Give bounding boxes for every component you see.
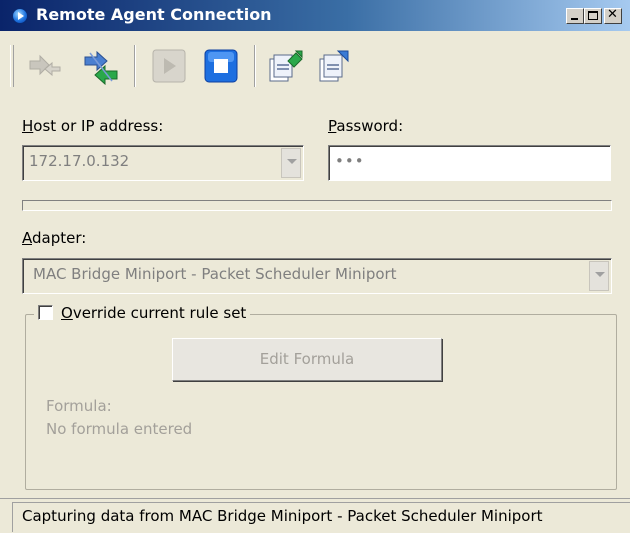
connect-arrows-icon [29, 54, 61, 77]
formula-value: No formula entered [46, 420, 193, 438]
stop-button[interactable] [202, 47, 240, 85]
edit-formula-button[interactable]: Edit Formula [172, 338, 442, 381]
host-dropdown-arrow-icon[interactable] [281, 148, 301, 178]
close-button[interactable]: ✕ [604, 7, 622, 24]
start-button[interactable] [150, 47, 188, 85]
adapter-dropdown-arrow-icon[interactable] [589, 261, 609, 291]
export-button[interactable] [266, 47, 304, 85]
override-label-accelerator: O [61, 304, 73, 322]
password-value: ••• [335, 152, 365, 170]
formula-caption: Formula: [46, 397, 112, 415]
override-label-text: verride current rule set [72, 304, 247, 322]
host-label: Host or IP address: [22, 117, 163, 135]
adapter-label-accelerator: A [22, 229, 32, 247]
host-value: 172.17.0.132 [29, 152, 130, 170]
password-field[interactable]: ••• [328, 145, 611, 181]
toolbar-grip[interactable] [10, 45, 14, 87]
status-text: Capturing data from MAC Bridge Miniport … [22, 507, 543, 525]
toolbar-separator [134, 45, 136, 87]
toolbar [0, 31, 630, 101]
disconnect-button[interactable] [82, 47, 120, 86]
connect-button[interactable] [26, 47, 64, 85]
adapter-combobox[interactable]: MAC Bridge Miniport - Packet Scheduler M… [22, 258, 612, 294]
minimize-icon [571, 18, 578, 20]
host-label-accelerator: H [22, 117, 34, 135]
stop-icon [204, 49, 238, 83]
export-files-icon [269, 50, 303, 82]
close-icon: ✕ [607, 7, 618, 22]
status-bar: Capturing data from MAC Bridge Miniport … [0, 498, 630, 533]
title-bar[interactable]: Remote Agent Connection ✕ [0, 0, 630, 31]
import-button[interactable] [314, 47, 352, 85]
exchange-arrows-icon [84, 50, 118, 86]
override-checkbox-row[interactable]: Override current rule set [34, 304, 251, 324]
agent-play-icon [12, 8, 28, 24]
password-label-text: assword: [336, 117, 404, 135]
play-icon [152, 49, 186, 83]
remote-agent-connection-window: Remote Agent Connection ✕ Host or IP add… [0, 0, 630, 533]
host-label-text: ost or IP address: [33, 117, 164, 135]
adapter-value: MAC Bridge Miniport - Packet Scheduler M… [33, 265, 397, 283]
maximize-button[interactable] [584, 8, 602, 24]
adapter-label-text: dapter: [32, 229, 87, 247]
host-combobox[interactable]: 172.17.0.132 [22, 145, 304, 181]
password-label: Password: [328, 117, 403, 135]
override-checkbox[interactable] [38, 305, 53, 320]
adapter-label: Adapter: [22, 229, 86, 247]
toolbar-separator [254, 45, 256, 87]
import-files-icon [319, 50, 349, 82]
progress-bar [22, 200, 612, 211]
window-title: Remote Agent Connection [36, 5, 272, 24]
maximize-icon [588, 11, 598, 20]
minimize-button[interactable] [566, 8, 584, 24]
